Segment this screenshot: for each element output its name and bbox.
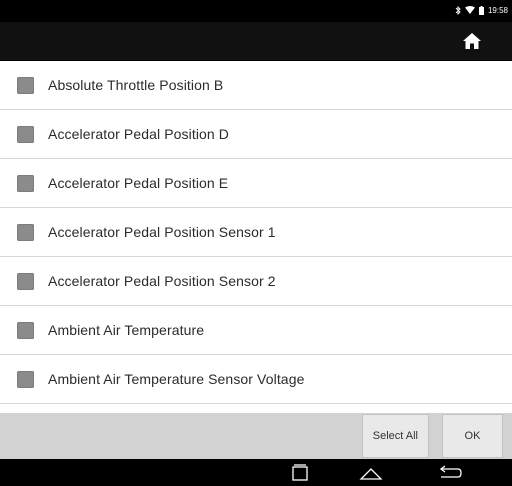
checkbox[interactable] <box>17 223 34 241</box>
list-item-label: Accelerator Pedal Position Sensor 2 <box>48 273 276 289</box>
list-item[interactable]: Accelerator Pedal Position D <box>0 110 512 159</box>
wifi-icon <box>464 6 475 16</box>
home-icon <box>463 33 481 49</box>
back-icon <box>439 465 462 478</box>
screen: 19:58 Absolute Throttle Position B Accel… <box>0 0 512 486</box>
app-bar <box>0 22 512 61</box>
navigation-bar <box>0 459 512 486</box>
home-nav-icon <box>359 468 383 480</box>
list-item[interactable]: Ambient Air Temperature Sensor Voltage <box>0 355 512 404</box>
list-item[interactable]: Absolute Throttle Position B <box>0 61 512 110</box>
list-item-label: Ambient Air Temperature Sensor Voltage <box>48 371 305 387</box>
bluetooth-icon <box>455 5 461 17</box>
list-item[interactable]: Accelerator Pedal Position Sensor 2 <box>0 257 512 306</box>
recent-apps-icon <box>292 464 308 481</box>
action-bar: Select All OK <box>0 413 512 459</box>
ok-button[interactable]: OK <box>442 414 503 458</box>
parameter-list: Absolute Throttle Position B Accelerator… <box>0 61 512 413</box>
list-item[interactable]: Accelerator Pedal Position E <box>0 159 512 208</box>
checkbox[interactable] <box>17 125 34 143</box>
status-icons: 19:58 <box>455 5 512 17</box>
back-button[interactable] <box>433 463 465 483</box>
checkbox[interactable] <box>17 370 34 388</box>
home-nav-button[interactable] <box>356 463 386 483</box>
checkbox[interactable] <box>17 76 34 94</box>
checkbox[interactable] <box>17 321 34 339</box>
list-item[interactable]: Accelerator Pedal Position Sensor 1 <box>0 208 512 257</box>
list-item-label: Accelerator Pedal Position E <box>48 175 229 191</box>
list-item-label: Ambient Air Temperature <box>48 322 205 338</box>
checkbox[interactable] <box>17 272 34 290</box>
list-item-label: Accelerator Pedal Position D <box>48 126 229 142</box>
list-item-label: Absolute Throttle Position B <box>48 77 224 93</box>
status-bar: 19:58 <box>0 0 512 22</box>
select-all-button[interactable]: Select All <box>361 414 429 458</box>
battery-icon <box>478 5 484 17</box>
recent-apps-button[interactable] <box>286 463 314 483</box>
home-button[interactable] <box>460 31 484 51</box>
list-item[interactable]: Ambient Air Temperature <box>0 306 512 355</box>
checkbox[interactable] <box>17 174 34 192</box>
status-time: 19:58 <box>487 6 508 15</box>
list-item-label: Accelerator Pedal Position Sensor 1 <box>48 224 276 240</box>
